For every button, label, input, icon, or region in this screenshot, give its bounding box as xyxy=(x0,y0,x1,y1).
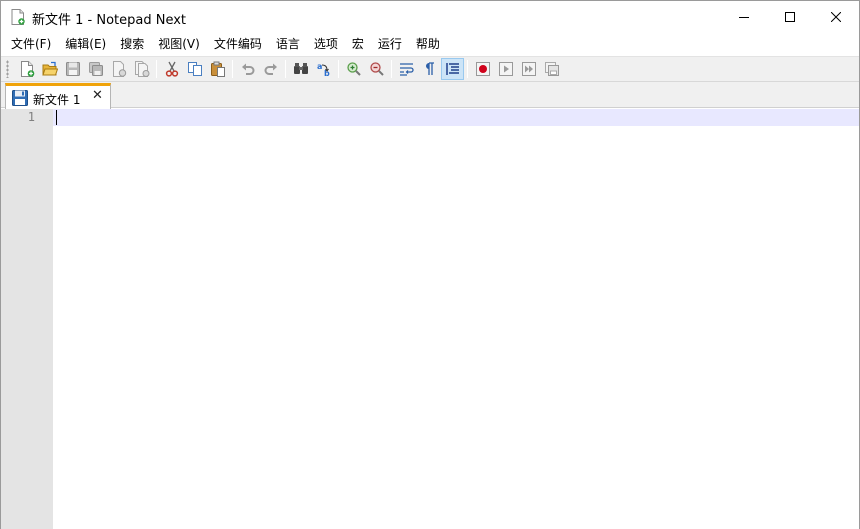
text-caret xyxy=(56,110,57,125)
menu-run[interactable]: 运行 xyxy=(371,34,409,54)
toolbar-separator xyxy=(232,60,233,78)
open-file-icon xyxy=(41,61,58,76)
toolbar: a b xyxy=(1,56,859,82)
redo-icon xyxy=(264,63,277,75)
new-file-button[interactable] xyxy=(15,58,38,80)
menu-options[interactable]: 选项 xyxy=(307,34,345,54)
open-file-button[interactable] xyxy=(38,58,61,80)
close-file-icon xyxy=(112,61,126,77)
tab-new-file-1[interactable]: 新文件 1 ✕ xyxy=(5,83,111,109)
unsaved-file-icon xyxy=(12,90,28,109)
replace-button[interactable]: a b xyxy=(312,58,335,80)
tab-label: 新文件 1 xyxy=(33,93,81,107)
play-macro-icon xyxy=(498,62,513,76)
toolbar-separator xyxy=(285,60,286,78)
toolbar-separator xyxy=(156,60,157,78)
run-macro-multiple-icon xyxy=(521,62,536,76)
notepad-next-window: 新文件 1 - Notepad Next 文件(F) 编辑(E) 搜索 视图(V… xyxy=(0,0,860,529)
cut-button[interactable] xyxy=(160,58,183,80)
redo-button[interactable] xyxy=(259,58,282,80)
run-macro-multiple-button[interactable] xyxy=(517,58,540,80)
text-editor-area[interactable] xyxy=(53,109,859,529)
indent-guide-button[interactable] xyxy=(441,58,464,80)
menu-bar: 文件(F) 编辑(E) 搜索 视图(V) 文件编码 语言 选项 宏 运行 帮助 xyxy=(1,33,859,55)
save-all-icon xyxy=(88,62,103,76)
line-number: 1 xyxy=(27,110,35,124)
zoom-out-icon xyxy=(369,62,384,76)
menu-macro[interactable]: 宏 xyxy=(345,34,371,54)
save-macro-button[interactable] xyxy=(540,58,563,80)
new-file-icon xyxy=(20,61,34,77)
close-all-button[interactable] xyxy=(130,58,153,80)
undo-button[interactable] xyxy=(236,58,259,80)
window-title: 新文件 1 - Notepad Next xyxy=(32,13,187,28)
editor: 1 xyxy=(1,109,859,529)
zoom-out-button[interactable] xyxy=(365,58,388,80)
paste-button[interactable] xyxy=(206,58,229,80)
save-icon xyxy=(65,62,80,76)
menu-language[interactable]: 语言 xyxy=(269,34,307,54)
save-all-button[interactable] xyxy=(84,58,107,80)
close-window-button[interactable] xyxy=(813,1,859,33)
replace-icon: a b xyxy=(317,62,330,77)
record-macro-icon xyxy=(475,62,490,76)
line-number-gutter: 1 xyxy=(1,109,53,529)
title-bar[interactable]: 新文件 1 - Notepad Next xyxy=(1,1,859,33)
save-macro-icon xyxy=(544,62,559,76)
menu-file[interactable]: 文件(F) xyxy=(4,34,58,54)
svg-text:a: a xyxy=(317,62,322,71)
undo-icon xyxy=(241,63,254,75)
toolbar-separator xyxy=(391,60,392,78)
copy-button[interactable] xyxy=(183,58,206,80)
cut-icon xyxy=(165,61,178,77)
menu-edit[interactable]: 编辑(E) xyxy=(58,34,113,54)
play-macro-button[interactable] xyxy=(494,58,517,80)
find-icon xyxy=(293,63,308,74)
show-all-chars-icon xyxy=(425,62,434,75)
tab-close-button[interactable]: ✕ xyxy=(92,89,103,103)
menu-view[interactable]: 视图(V) xyxy=(151,34,207,54)
menu-encoding[interactable]: 文件编码 xyxy=(207,34,269,54)
word-wrap-button[interactable] xyxy=(395,58,418,80)
toolbar-separator xyxy=(467,60,468,78)
menu-search[interactable]: 搜索 xyxy=(113,34,151,54)
minimize-button[interactable] xyxy=(721,1,767,33)
close-icon xyxy=(831,12,841,22)
toolbar-grip[interactable] xyxy=(6,60,9,78)
tab-bar: 新文件 1 ✕ xyxy=(1,82,859,109)
record-macro-button[interactable] xyxy=(471,58,494,80)
maximize-icon xyxy=(785,12,795,22)
paste-icon xyxy=(210,61,225,77)
menu-help[interactable]: 帮助 xyxy=(409,34,447,54)
find-button[interactable] xyxy=(289,58,312,80)
close-all-icon xyxy=(134,61,149,77)
indent-guide-icon xyxy=(445,63,459,75)
word-wrap-icon xyxy=(399,63,414,76)
maximize-button[interactable] xyxy=(767,1,813,33)
zoom-in-icon xyxy=(346,62,361,76)
save-button[interactable] xyxy=(61,58,84,80)
notepad-next-app-icon xyxy=(11,9,25,25)
copy-icon xyxy=(187,62,202,76)
minimize-icon xyxy=(739,17,749,18)
zoom-in-button[interactable] xyxy=(342,58,365,80)
close-file-button[interactable] xyxy=(107,58,130,80)
toolbar-separator xyxy=(338,60,339,78)
show-all-chars-button[interactable] xyxy=(418,58,441,80)
